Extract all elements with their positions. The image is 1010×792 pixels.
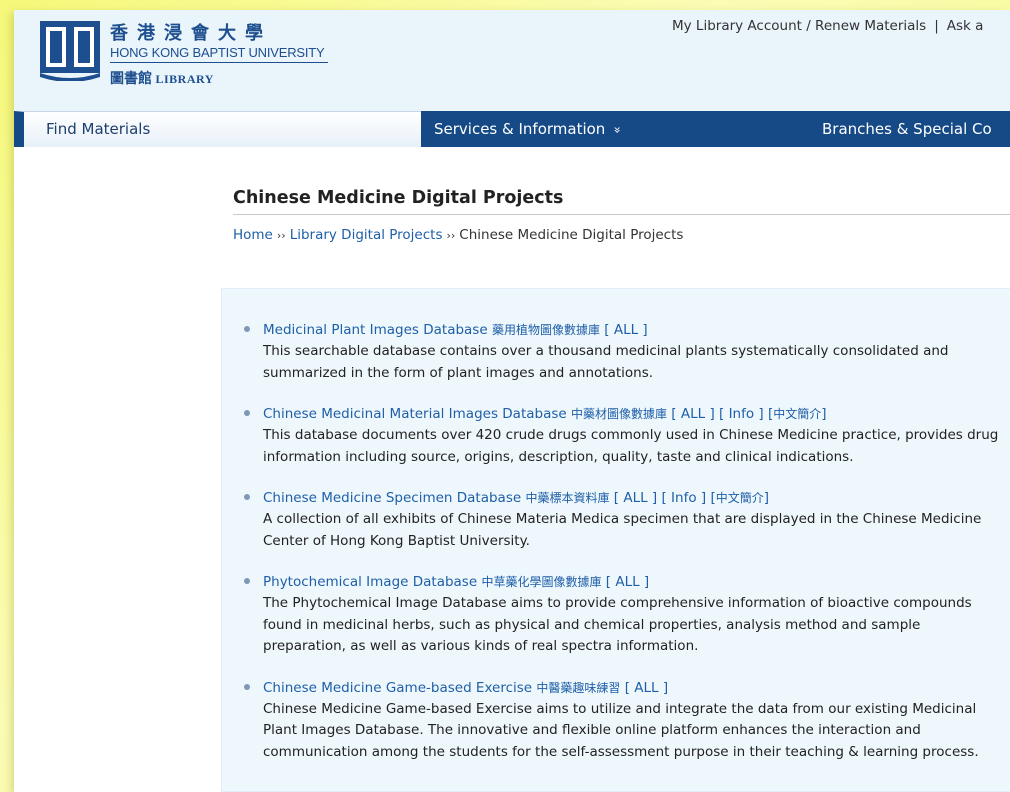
project-sublink-bracket: [ xyxy=(706,490,716,506)
project-sublink-bracket: ] xyxy=(763,490,770,506)
project-sublink[interactable]: Info xyxy=(671,490,697,506)
top-utility-links: My Library Account / Renew Materials | Ask… xyxy=(672,18,983,34)
project-description: This database documents over 420 crude d… xyxy=(263,427,999,465)
project-sublink[interactable]: ALL xyxy=(681,406,705,422)
project-title-link[interactable]: Chinese Medicine Game-based Exercise xyxy=(263,680,532,696)
project-title-chinese-link[interactable]: 中藥標本資料庫 xyxy=(525,491,609,505)
nav-services-information[interactable]: Services & Information » xyxy=(434,120,625,138)
project-sublink-bracket: [ xyxy=(620,679,635,696)
project-sublink[interactable]: ALL xyxy=(623,490,647,506)
project-sublink-bracket: ] xyxy=(638,322,648,338)
project-sublink-bracket: ] xyxy=(754,406,764,422)
library-logo[interactable]: 香港浸會大學 HONG KONG BAPTIST UNIVERSITY 圖書館 … xyxy=(38,17,328,88)
project-sublink-bracket: ] xyxy=(639,574,650,590)
project-list-item: Chinese Medicine Game-based Exercise 中醫藥… xyxy=(244,678,1010,764)
project-sublink-bracket: [ xyxy=(609,490,624,506)
breadcrumb-separator: ›› xyxy=(446,229,456,242)
project-title-link[interactable]: Phytochemical Image Database xyxy=(263,574,477,590)
logo-library-en: LIBRARY xyxy=(155,72,214,86)
project-sublink[interactable]: ALL xyxy=(634,680,658,696)
browser-page: 香港浸會大學 HONG KONG BAPTIST UNIVERSITY 圖書館 … xyxy=(14,10,1010,792)
project-sublink[interactable]: ALL xyxy=(615,574,639,590)
project-sublink[interactable]: 中文簡介 xyxy=(716,491,764,505)
project-title-chinese-link[interactable]: 藥用植物圖像數據庫 xyxy=(492,323,600,337)
project-title-chinese-link[interactable]: 中醫藥趣味練習 xyxy=(536,681,620,695)
project-title-line: Chinese Medicine Specimen Database 中藥標本資… xyxy=(263,488,1010,509)
project-list-item: Chinese Medicinal Material Images Databa… xyxy=(244,404,1010,468)
nav-branches-special-collections[interactable]: Branches & Special Co xyxy=(822,120,992,138)
project-list-item: Chinese Medicine Specimen Database 中藥標本資… xyxy=(244,488,1010,552)
project-sublink-bracket: ] xyxy=(821,406,827,422)
breadcrumb-library-digital-projects-link[interactable]: Library Digital Projects xyxy=(290,227,443,243)
project-list-item: Medicinal Plant Images Database 藥用植物圖像數據… xyxy=(244,320,1010,384)
project-sublink-bracket: [ xyxy=(657,490,672,506)
project-description: Chinese Medicine Game-based Exercise aim… xyxy=(263,700,979,760)
projects-list: Medicinal Plant Images Database 藥用植物圖像數據… xyxy=(244,320,1010,763)
breadcrumb-separator: ›› xyxy=(276,229,286,242)
nav-services-label: Services & Information xyxy=(434,120,606,138)
projects-panel: Medicinal Plant Images Database 藥用植物圖像數據… xyxy=(221,288,1010,792)
bullet-icon xyxy=(244,326,250,332)
project-sublink[interactable]: Info xyxy=(729,406,755,422)
project-sublink-bracket: ] xyxy=(696,490,707,506)
project-sublink-bracket: [ xyxy=(763,406,774,422)
project-title-chinese-link[interactable]: 中草藥化學圖像數據庫 xyxy=(481,575,601,589)
main-navigation: Find Materials Services & Information » … xyxy=(14,111,1010,147)
nav-find-materials-label: Find Materials xyxy=(46,120,151,138)
link-separator: | xyxy=(934,18,939,34)
project-sublink-bracket: ] xyxy=(658,679,669,696)
nav-branches-label: Branches & Special Co xyxy=(822,120,992,138)
project-sublink-bracket: [ xyxy=(714,406,729,422)
ask-librarian-link[interactable]: Ask a xyxy=(947,18,984,34)
breadcrumb-home-link[interactable]: Home xyxy=(233,227,273,243)
project-title-line: Medicinal Plant Images Database 藥用植物圖像數據… xyxy=(263,320,1010,341)
project-title-line: Chinese Medicine Game-based Exercise 中醫藥… xyxy=(263,678,1010,699)
logo-english-name: HONG KONG BAPTIST UNIVERSITY xyxy=(110,45,328,63)
project-title-link[interactable]: Medicinal Plant Images Database xyxy=(263,322,488,338)
logo-chinese-name: 香港浸會大學 xyxy=(110,23,272,44)
project-sublink-bracket: ] xyxy=(647,490,658,506)
chevron-down-icon: » xyxy=(610,126,625,134)
project-description: The Phytochemical Image Database aims to… xyxy=(263,595,972,654)
project-title-chinese-link[interactable]: 中藥材圖像數據庫 xyxy=(571,407,667,421)
bullet-icon xyxy=(244,683,250,690)
main-content: Chinese Medicine Digital Projects Home ››… xyxy=(233,188,1010,243)
project-description: This searchable database contains over a… xyxy=(263,343,949,381)
project-sublink-bracket: ] xyxy=(705,406,715,422)
project-title-line: Chinese Medicinal Material Images Databa… xyxy=(263,404,1010,425)
logo-library-label: 圖書館 LIBRARY xyxy=(110,68,328,88)
project-sublink[interactable]: 中文簡介 xyxy=(773,407,821,421)
project-description: A collection of all exhibits of Chinese … xyxy=(263,511,982,549)
project-title-link[interactable]: Chinese Medicinal Material Images Databa… xyxy=(263,406,567,422)
project-list-item: Phytochemical Image Database 中草藥化學圖像數據庫 … xyxy=(244,572,1010,658)
bullet-icon xyxy=(244,410,250,416)
page-title: Chinese Medicine Digital Projects xyxy=(233,188,1010,215)
project-sublink[interactable]: ALL xyxy=(614,322,638,338)
project-title-link[interactable]: Chinese Medicine Specimen Database xyxy=(263,490,521,506)
hkbu-logo-icon xyxy=(40,21,100,81)
my-library-account-link[interactable]: My Library Account / Renew Materials xyxy=(672,18,926,34)
nav-find-materials[interactable]: Find Materials xyxy=(14,111,421,147)
bullet-icon xyxy=(244,494,250,500)
project-sublink-bracket: [ xyxy=(601,574,616,590)
logo-library-cn: 圖書館 xyxy=(110,72,152,87)
site-header: 香港浸會大學 HONG KONG BAPTIST UNIVERSITY 圖書館 … xyxy=(14,10,1010,111)
project-sublink-bracket: [ xyxy=(599,322,614,338)
project-sublink-bracket: [ xyxy=(667,406,681,422)
breadcrumb-current: Chinese Medicine Digital Projects xyxy=(459,227,684,243)
bullet-icon xyxy=(244,578,250,584)
breadcrumb: Home ›› Library Digital Projects ›› Chinese … xyxy=(233,227,1010,243)
project-title-line: Phytochemical Image Database 中草藥化學圖像數據庫 … xyxy=(263,572,1010,593)
